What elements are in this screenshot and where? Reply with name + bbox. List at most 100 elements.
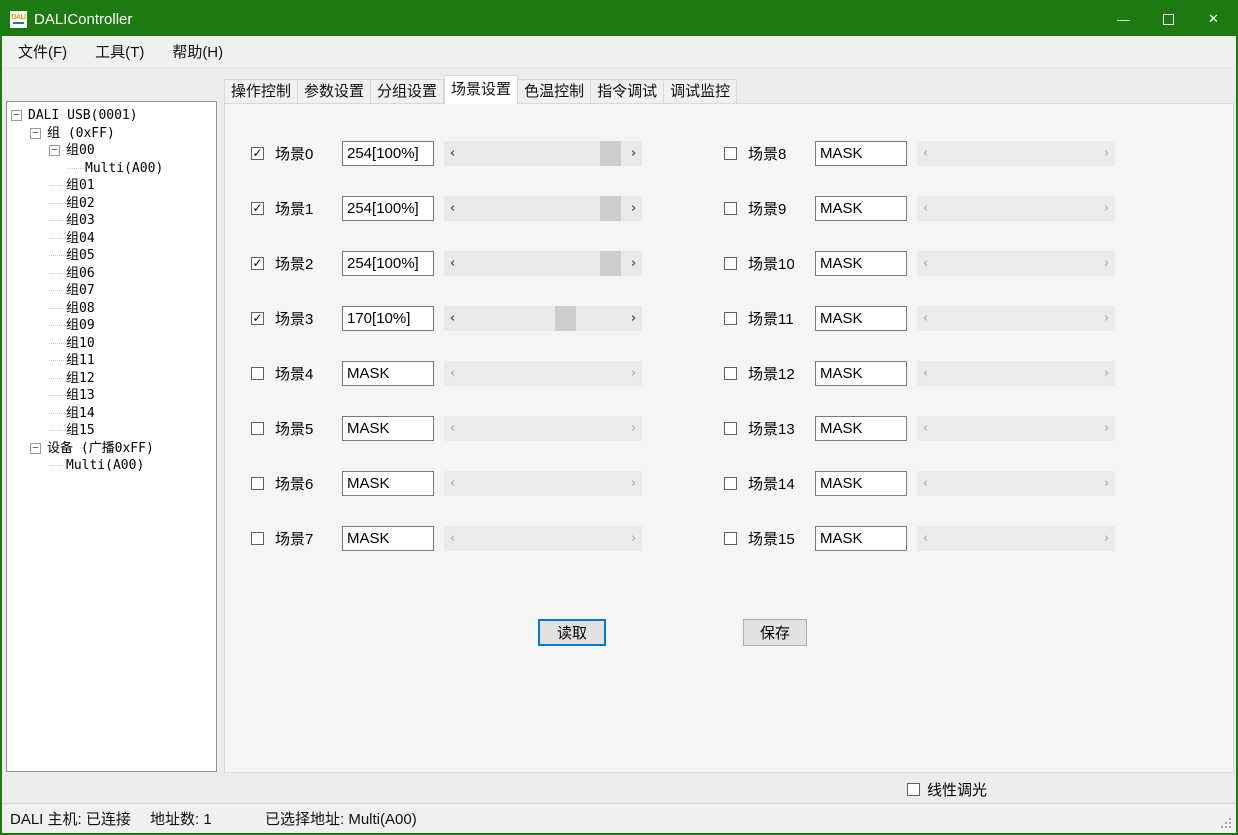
save-button[interactable]: 保存 [743,619,807,646]
close-button[interactable]: ✕ [1191,2,1236,36]
tree-item[interactable]: −DALI USB(0001) [7,107,216,125]
scene-checkbox-checked[interactable]: ✓ [251,312,264,325]
minimize-button[interactable]: — [1101,2,1146,36]
tree-item[interactable]: 组15 [7,422,216,440]
collapse-minus-icon[interactable]: − [49,145,60,156]
scene-value-input[interactable] [815,196,907,221]
tree-item[interactable]: 组04 [7,230,216,248]
menu-file[interactable]: 文件(F) [8,36,77,67]
scene-checkbox[interactable] [724,422,737,435]
scene-value-input[interactable] [815,416,907,441]
scene-value-input[interactable] [342,526,434,551]
scene-row: 场景11‹› [724,305,1115,332]
tree-item-label: DALI USB(0001) [28,107,138,124]
tabstrip: 操作控制参数设置分组设置场景设置色温控制指令调试调试监控 [224,75,737,104]
scene-value-input[interactable] [815,306,907,331]
scene-checkbox-checked[interactable]: ✓ [251,202,264,215]
tab-1[interactable]: 参数设置 [298,79,371,104]
tree-item[interactable]: 组01 [7,177,216,195]
tree-item[interactable]: 组09 [7,317,216,335]
tab-2[interactable]: 分组设置 [371,79,444,104]
tab-0[interactable]: 操作控制 [224,79,298,104]
tree-item[interactable]: 组11 [7,352,216,370]
scene-checkbox[interactable] [724,532,737,545]
resize-grip-icon[interactable] [1229,826,1231,828]
scene-value-input[interactable] [342,196,434,221]
scrollbar-thumb[interactable] [600,141,621,166]
read-button[interactable]: 读取 [538,619,606,646]
scene-value-input[interactable] [342,306,434,331]
scene-checkbox[interactable] [251,422,264,435]
tree-item[interactable]: −组00 [7,142,216,160]
scene-row: 场景12‹› [724,360,1115,387]
tree-item[interactable]: 组14 [7,405,216,423]
scene-value-input[interactable] [815,361,907,386]
scroll-right-icon[interactable]: › [625,201,642,216]
tree-item[interactable]: 组13 [7,387,216,405]
tree-item[interactable]: Multi(A00) [7,457,216,475]
tree-item[interactable]: 组06 [7,265,216,283]
scroll-left-icon[interactable]: ‹ [444,146,461,161]
tab-6[interactable]: 调试监控 [664,79,737,104]
scrollbar-thumb[interactable] [555,306,576,331]
tree-item[interactable]: −组 (0xFF) [7,125,216,143]
tree-item[interactable]: 组03 [7,212,216,230]
scene-value-input[interactable] [342,251,434,276]
scene-checkbox[interactable] [724,202,737,215]
scene-value-input[interactable] [342,141,434,166]
tree-item[interactable]: 组02 [7,195,216,213]
scene-level-scrollbar[interactable]: ‹› [444,196,642,221]
scene-level-scrollbar[interactable]: ‹› [444,251,642,276]
tab-3-active[interactable]: 场景设置 [444,75,518,104]
scene-value-input[interactable] [815,141,907,166]
tree-item[interactable]: −设备 (广播0xFF) [7,440,216,458]
scene-checkbox-checked[interactable]: ✓ [251,257,264,270]
menu-tools[interactable]: 工具(T) [85,36,154,67]
scrollbar-thumb[interactable] [600,196,621,221]
tree-item[interactable]: 组10 [7,335,216,353]
tree-item[interactable]: 组05 [7,247,216,265]
scene-level-scrollbar[interactable]: ‹› [444,306,642,331]
maximize-button[interactable] [1146,2,1191,36]
linear-dim-checkbox[interactable] [907,783,920,796]
scroll-left-icon[interactable]: ‹ [444,256,461,271]
scroll-right-icon[interactable]: › [625,256,642,271]
scene-level-scrollbar[interactable]: ‹› [444,141,642,166]
tree-item[interactable]: 组08 [7,300,216,318]
scroll-right-icon: › [1098,256,1115,271]
scene-value-input[interactable] [342,471,434,496]
tree-item[interactable]: 组07 [7,282,216,300]
collapse-minus-icon[interactable]: − [30,128,41,139]
app-icon-label: DALI [11,14,25,21]
scene-level-scrollbar: ‹› [917,416,1115,441]
scene-row: ✓场景0‹› [251,140,642,167]
scene-value-input[interactable] [815,251,907,276]
tree-item[interactable]: 组12 [7,370,216,388]
scroll-right-icon[interactable]: › [625,146,642,161]
scene-checkbox[interactable] [724,367,737,380]
collapse-minus-icon[interactable]: − [30,443,41,454]
scene-value-input[interactable] [342,361,434,386]
scene-checkbox[interactable] [724,312,737,325]
scene-checkbox[interactable] [724,147,737,160]
scroll-right-icon: › [625,366,642,381]
scene-checkbox[interactable] [251,532,264,545]
menu-help[interactable]: 帮助(H) [162,36,233,67]
scroll-right-icon[interactable]: › [625,311,642,326]
scene-value-input[interactable] [815,526,907,551]
collapse-minus-icon[interactable]: − [11,110,22,121]
tree-item[interactable]: Multi(A00) [7,160,216,178]
scene-checkbox[interactable] [724,477,737,490]
tree-item-label: 组07 [66,282,95,299]
scroll-left-icon[interactable]: ‹ [444,201,461,216]
scene-value-input[interactable] [815,471,907,496]
scene-value-input[interactable] [342,416,434,441]
tab-5[interactable]: 指令调试 [591,79,664,104]
scene-checkbox[interactable] [724,257,737,270]
scene-checkbox[interactable] [251,477,264,490]
scene-checkbox-checked[interactable]: ✓ [251,147,264,160]
scene-checkbox[interactable] [251,367,264,380]
tab-4[interactable]: 色温控制 [518,79,591,104]
scrollbar-thumb[interactable] [600,251,621,276]
scroll-left-icon[interactable]: ‹ [444,311,461,326]
